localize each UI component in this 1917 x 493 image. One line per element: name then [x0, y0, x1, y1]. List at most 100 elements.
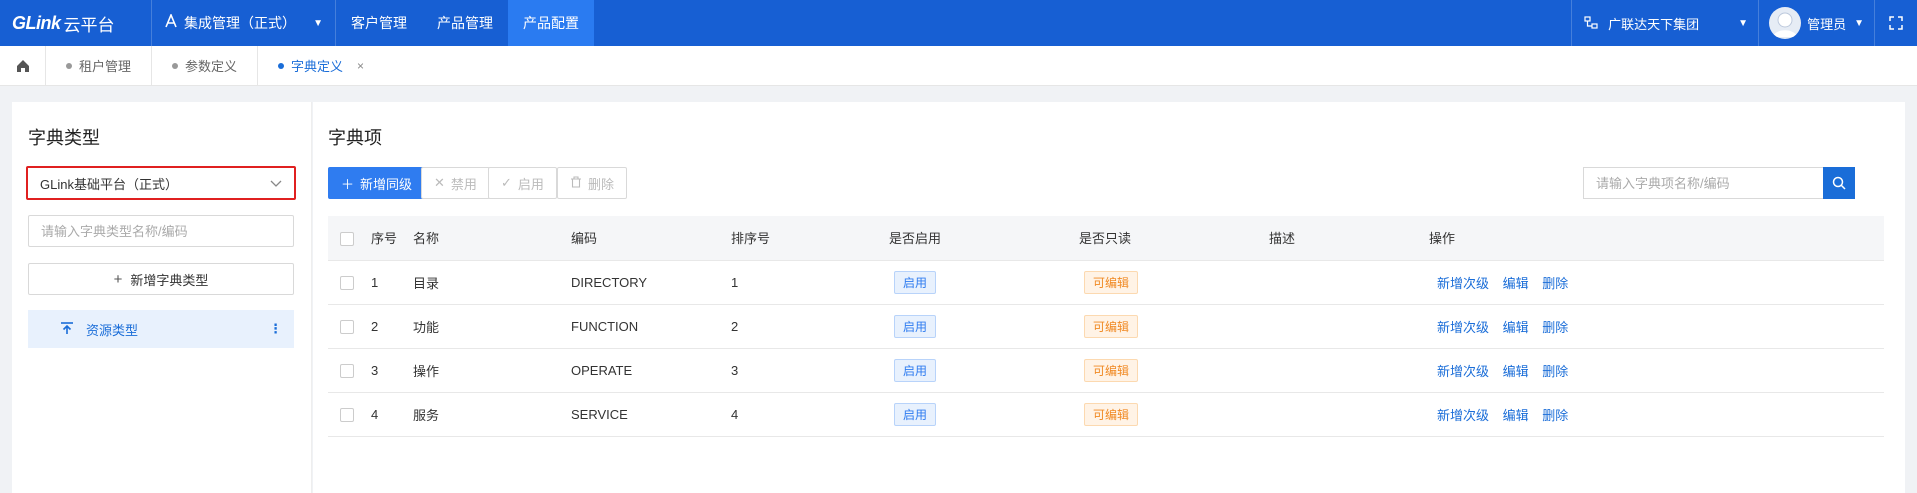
delete-button[interactable]: 删除 [557, 167, 628, 199]
cell-name: 功能 [413, 304, 571, 349]
fullscreen-icon[interactable] [1875, 0, 1917, 46]
enabled-badge: 启用 [894, 314, 937, 338]
org-selector[interactable]: 广联达天下集团 ▼ [1571, 0, 1760, 46]
tree-item-resource-type[interactable]: 资源类型 ⋮ [28, 310, 294, 348]
column-header: 是否启用 [889, 216, 1079, 261]
system-selector[interactable]: 集成管理（正式） ▼ [152, 0, 336, 46]
add-child-link[interactable]: 新增次级 [1437, 408, 1489, 423]
check-icon: ✓ [501, 175, 512, 190]
tab-dot-icon [278, 62, 285, 69]
cell-index: 1 [371, 260, 413, 305]
disable-label: 禁用 [450, 176, 477, 192]
platform-select[interactable]: GLink基础平台（正式） [26, 166, 296, 200]
cell-desc [1269, 304, 1429, 349]
tab-tenant-management[interactable]: 租户管理 [46, 45, 153, 86]
upload-icon [60, 321, 74, 338]
delete-link[interactable]: 删除 [1542, 408, 1568, 423]
table-row: 2 功能 FUNCTION 2 启用 可编辑 新增次级 编辑 删除 [328, 304, 1884, 349]
delete-link[interactable]: 删除 [1542, 320, 1568, 335]
select-all-checkbox[interactable] [340, 231, 354, 246]
logo-brand: GLink [12, 12, 61, 33]
enabled-badge: 启用 [894, 402, 937, 426]
column-header: 操作 [1429, 216, 1884, 261]
more-vertical-icon[interactable]: ⋮ [269, 321, 282, 337]
dictionary-item-search [1583, 167, 1855, 199]
add-dictionary-type-button[interactable]: + 新增字典类型 [28, 263, 294, 295]
table-row: 1 目录 DIRECTORY 1 启用 可编辑 新增次级 编辑 删除 [328, 260, 1884, 305]
delete-label: 删除 [588, 176, 615, 192]
dictionary-item-search-input[interactable] [1583, 167, 1823, 199]
search-icon [1832, 176, 1846, 190]
column-header: 排序号 [731, 216, 889, 261]
delete-link[interactable]: 删除 [1542, 276, 1568, 291]
nav-product-config[interactable]: 产品配置 [508, 0, 594, 46]
user-name: 管理员 [1807, 16, 1847, 32]
add-dictionary-type-label: 新增字典类型 [130, 272, 209, 288]
row-checkbox[interactable] [340, 275, 354, 290]
logo[interactable]: GLink 云平台 [0, 0, 152, 46]
disable-button[interactable]: ✕ 禁用 [421, 167, 490, 199]
logo-suffix: 云平台 [63, 15, 115, 36]
app-icon [164, 12, 178, 32]
cell-index: 4 [371, 392, 413, 437]
add-child-link[interactable]: 新增次级 [1437, 276, 1489, 291]
tab-label: 字典定义 [291, 59, 344, 74]
user-menu[interactable]: 管理员 ▼ [1759, 0, 1875, 46]
search-button[interactable] [1823, 167, 1855, 199]
edit-link[interactable]: 编辑 [1503, 320, 1529, 335]
add-same-level-button[interactable]: ＋ 新增同级 [328, 167, 426, 199]
enable-label: 启用 [517, 176, 544, 192]
cell-name: 目录 [413, 260, 571, 305]
chevron-down-icon [270, 176, 282, 191]
org-name: 广联达天下集团 [1608, 16, 1700, 32]
nav-customer-management[interactable]: 客户管理 [336, 0, 422, 46]
edit-link[interactable]: 编辑 [1503, 276, 1529, 291]
caret-down-icon: ▼ [313, 17, 323, 29]
avatar [1769, 7, 1802, 39]
tab-parameter-definition[interactable]: 参数定义 [152, 45, 259, 86]
cell-sort: 2 [731, 304, 889, 349]
system-name: 集成管理（正式） [184, 15, 296, 31]
table-header: 序号 名称 编码 排序号 是否启用 是否只读 描述 操作 [328, 216, 1884, 261]
table-row: 3 操作 OPERATE 3 启用 可编辑 新增次级 编辑 删除 [328, 348, 1884, 393]
cell-desc [1269, 260, 1429, 305]
row-checkbox[interactable] [340, 407, 354, 422]
platform-select-value: GLink基础平台（正式） [40, 176, 178, 192]
dictionary-item-table: 序号 名称 编码 排序号 是否启用 是否只读 描述 操作 1 目录 DIRECT… [328, 216, 1884, 437]
delete-link[interactable]: 删除 [1542, 364, 1568, 379]
tab-dot-icon [172, 62, 179, 69]
add-child-link[interactable]: 新增次级 [1437, 320, 1489, 335]
column-header: 序号 [371, 216, 413, 261]
enable-button[interactable]: ✓ 启用 [488, 167, 557, 199]
dictionary-item-panel: 字典项 ＋ 新增同级 ✕ 禁用 ✓ 启用 删除 序号 名称 编码 [313, 102, 1905, 493]
close-icon: ✕ [434, 175, 445, 190]
row-checkbox[interactable] [340, 363, 354, 378]
readonly-badge: 可编辑 [1084, 402, 1139, 426]
tree-item-label: 资源类型 [86, 322, 139, 338]
cell-index: 3 [371, 348, 413, 393]
plus-icon: + [113, 270, 123, 288]
cell-code: SERVICE [571, 392, 731, 437]
tab-label: 租户管理 [79, 59, 132, 74]
dictionary-type-panel: 字典类型 GLink基础平台（正式） + 新增字典类型 资源类型 ⋮ [12, 102, 312, 493]
cell-code: DIRECTORY [571, 260, 731, 305]
edit-link[interactable]: 编辑 [1503, 364, 1529, 379]
dictionary-type-search-input[interactable] [28, 215, 294, 247]
cell-desc [1269, 392, 1429, 437]
cell-name: 操作 [413, 348, 571, 393]
cell-index: 2 [371, 304, 413, 349]
add-child-link[interactable]: 新增次级 [1437, 364, 1489, 379]
home-icon[interactable] [0, 45, 46, 86]
tab-label: 参数定义 [185, 59, 238, 74]
nav-product-management[interactable]: 产品管理 [422, 0, 508, 46]
column-header: 编码 [571, 216, 731, 261]
tab-dictionary-definition[interactable]: 字典定义 × [258, 46, 384, 86]
panel-title: 字典类型 [28, 128, 100, 148]
column-header: 是否只读 [1079, 216, 1269, 261]
close-icon[interactable]: × [357, 59, 364, 73]
readonly-badge: 可编辑 [1084, 314, 1139, 338]
column-header: 名称 [413, 216, 571, 261]
edit-link[interactable]: 编辑 [1503, 408, 1529, 423]
row-checkbox[interactable] [340, 319, 354, 334]
tabs-bar: 租户管理 参数定义 字典定义 × [0, 45, 1917, 86]
